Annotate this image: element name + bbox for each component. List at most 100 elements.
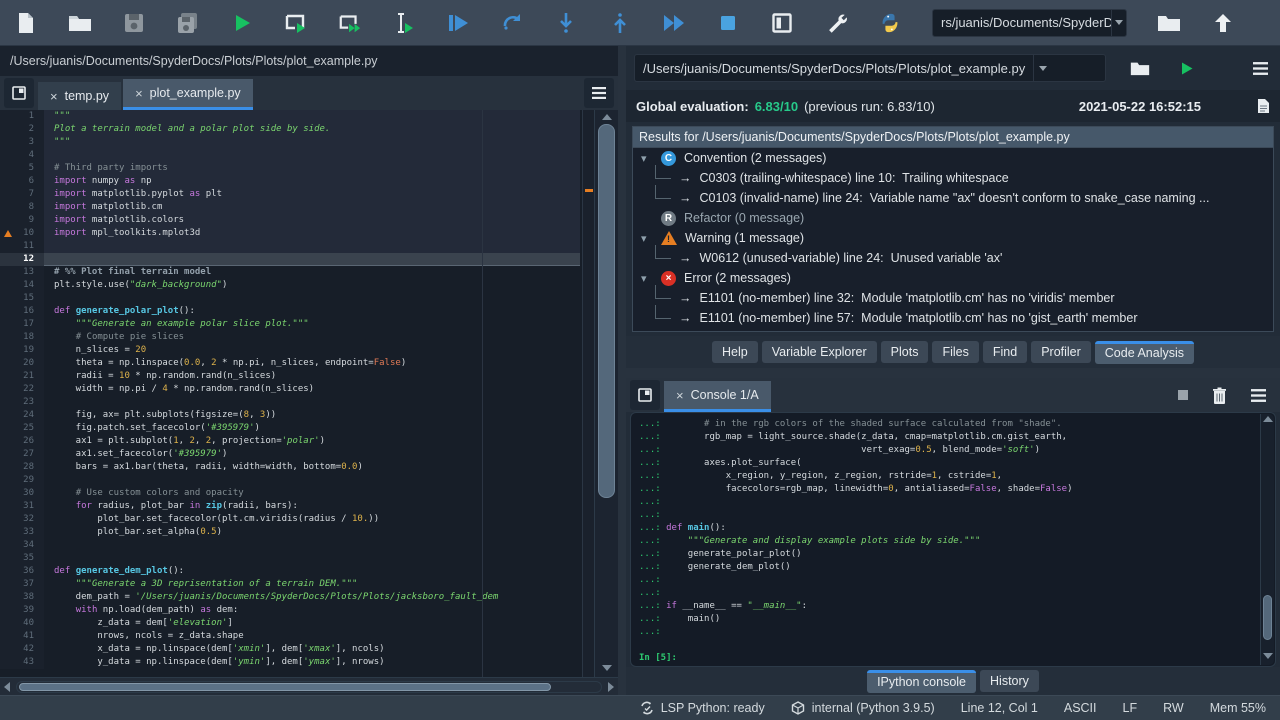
trash-icon[interactable] xyxy=(1212,387,1227,404)
scroll-left-icon[interactable] xyxy=(4,682,10,692)
editor-line[interactable]: 6import numpy as np xyxy=(0,175,618,188)
tab-files[interactable]: Files xyxy=(932,341,978,363)
tab-history[interactable]: History xyxy=(980,670,1039,692)
editor-line[interactable]: 1""" xyxy=(0,110,618,123)
editor-line[interactable]: 40 z_data = dem['elevation'] xyxy=(0,617,618,630)
run-cell-button[interactable] xyxy=(284,11,308,35)
editor-line[interactable]: 43 y_data = np.linspace(dem['ymin'], dem… xyxy=(0,656,618,669)
tab-plot-example-py[interactable]: × plot_example.py xyxy=(123,79,253,110)
step-into-button[interactable] xyxy=(554,11,578,35)
warning-triangle-icon[interactable] xyxy=(4,230,12,237)
tab-profiler[interactable]: Profiler xyxy=(1031,341,1091,363)
editor-vertical-scrollbar[interactable] xyxy=(594,110,618,677)
ipython-console-output[interactable]: ...: # in the rgb colors of the shaded s… xyxy=(630,412,1276,667)
editor-line[interactable]: 33 plot_bar.set_alpha(0.5) xyxy=(0,526,618,539)
analysis-file-combo[interactable]: /Users/juanis/Documents/SpyderDocs/Plots… xyxy=(634,54,1106,82)
preferences-button[interactable] xyxy=(824,11,848,35)
editor-line[interactable]: 15 xyxy=(0,292,618,305)
tab-ipython-console[interactable]: IPython console xyxy=(867,670,976,693)
scroll-down-icon[interactable] xyxy=(602,665,612,671)
analysis-tree-row[interactable]: →C0103 (invalid-name) line 24: Variable … xyxy=(633,188,1273,208)
editor-line[interactable]: 20 theta = np.linspace(0.0, 2 * np.pi, n… xyxy=(0,357,618,370)
run-cell-advance-button[interactable] xyxy=(338,11,362,35)
analysis-run-button[interactable] xyxy=(1174,56,1198,80)
working-directory-combo[interactable]: rs/juanis/Documents/SpyderDocs xyxy=(932,9,1127,37)
analysis-options-button[interactable] xyxy=(1248,56,1272,80)
tab-find[interactable]: Find xyxy=(983,341,1027,363)
editor-line[interactable]: 36def generate_dem_plot(): xyxy=(0,565,618,578)
scrollbar-thumb[interactable] xyxy=(1263,595,1272,640)
editor-line[interactable]: 24 fig, ax= plt.subplots(figsize=(8, 3)) xyxy=(0,409,618,422)
debug-file-button[interactable] xyxy=(446,11,470,35)
editor-line[interactable]: 7import matplotlib.pyplot as plt xyxy=(0,188,618,201)
editor-line[interactable]: 2Plot a terrain model and a polar plot s… xyxy=(0,123,618,136)
analysis-tree-row[interactable]: ▾×Error (2 messages) xyxy=(633,268,1273,288)
chevron-down-icon[interactable]: ▾ xyxy=(641,152,653,165)
editor-line[interactable]: 35 xyxy=(0,552,618,565)
run-file-button[interactable] xyxy=(230,11,254,35)
tab-temp-py[interactable]: × temp.py xyxy=(38,82,121,110)
stop-button[interactable] xyxy=(716,11,740,35)
chevron-down-icon[interactable]: ▾ xyxy=(641,272,653,285)
editor-line[interactable]: 39 with np.load(dem_path) as dem: xyxy=(0,604,618,617)
analysis-tree-row[interactable]: RRefactor (0 message) xyxy=(633,208,1273,228)
editor-options-button[interactable] xyxy=(584,78,614,108)
browse-workdir-button[interactable] xyxy=(1157,11,1181,35)
hamburger-menu-icon[interactable] xyxy=(1251,389,1266,402)
editor-line[interactable]: 5# Third party imports xyxy=(0,162,618,175)
editor-line[interactable]: 22 width = np.pi / 4 * np.random.rand(n_… xyxy=(0,383,618,396)
close-icon[interactable]: × xyxy=(135,87,143,100)
analysis-browse-button[interactable] xyxy=(1128,56,1152,80)
editor-line[interactable]: 25 fig.patch.set_facecolor('#395979') xyxy=(0,422,618,435)
editor-browse-tabs-button[interactable] xyxy=(4,78,34,108)
chevron-down-icon[interactable] xyxy=(1033,55,1051,81)
close-icon[interactable]: × xyxy=(50,90,58,103)
python-env-button[interactable] xyxy=(878,11,902,35)
analysis-tree-row[interactable]: →E1101 (no-member) line 32: Module 'matp… xyxy=(633,288,1273,308)
scroll-right-icon[interactable] xyxy=(608,682,614,692)
analysis-tree-row[interactable]: →W0612 (unused-variable) line 24: Unused… xyxy=(633,248,1273,268)
analysis-tree-row[interactable]: ▾!Warning (1 message) xyxy=(633,228,1273,248)
editor-line[interactable]: 8import matplotlib.cm xyxy=(0,201,618,214)
tab-console-1a[interactable]: × Console 1/A xyxy=(664,381,771,412)
editor-line[interactable]: 11 xyxy=(0,240,618,253)
analysis-tree-row[interactable]: →C0303 (trailing-whitespace) line 10: Tr… xyxy=(633,168,1273,188)
run-selection-button[interactable] xyxy=(392,11,416,35)
analysis-tree-row[interactable]: ▾CConvention (2 messages) xyxy=(633,148,1273,168)
open-file-button[interactable] xyxy=(68,11,92,35)
editor-line[interactable]: 28 bars = ax1.bar(theta, radii, width=wi… xyxy=(0,461,618,474)
document-icon[interactable] xyxy=(1257,98,1270,114)
editor-line[interactable]: 34 xyxy=(0,539,618,552)
editor-line[interactable]: 37 """Generate a 3D reprisentation of a … xyxy=(0,578,618,591)
tab-variable-explorer[interactable]: Variable Explorer xyxy=(762,341,877,363)
scroll-up-icon[interactable] xyxy=(602,114,612,120)
editor-horizontal-scrollbar[interactable] xyxy=(0,677,618,695)
editor-line[interactable]: 9import matplotlib.colors xyxy=(0,214,618,227)
editor-line[interactable]: 19 n_slices = 20 xyxy=(0,344,618,357)
scroll-up-icon[interactable] xyxy=(1263,416,1273,422)
analysis-tree-row[interactable]: →E1101 (no-member) line 57: Module 'matp… xyxy=(633,308,1273,328)
interrupt-kernel-icon[interactable] xyxy=(1178,390,1188,400)
editor-line[interactable]: 30 # Use custom colors and opacity xyxy=(0,487,618,500)
editor-line[interactable]: 27 ax1.set_facecolor('#395979') xyxy=(0,448,618,461)
tab-code-analysis[interactable]: Code Analysis xyxy=(1095,341,1194,364)
editor-line[interactable]: 21 radii = 10 * np.random.rand(n_slices) xyxy=(0,370,618,383)
editor-line[interactable]: 17 """Generate an example polar slice pl… xyxy=(0,318,618,331)
editor-line[interactable]: 38 dem_path = '/Users/juanis/Documents/S… xyxy=(0,591,618,604)
console-browse-tabs-button[interactable] xyxy=(630,380,660,410)
analysis-tree-row[interactable]: Results for /Users/juanis/Documents/Spyd… xyxy=(633,127,1273,148)
tab-plots[interactable]: Plots xyxy=(881,341,929,363)
editor-line[interactable]: 3""" xyxy=(0,136,618,149)
save-button[interactable] xyxy=(122,11,146,35)
editor-line[interactable]: 32 plot_bar.set_facecolor(plt.cm.viridis… xyxy=(0,513,618,526)
maximize-pane-button[interactable] xyxy=(770,11,794,35)
code-editor[interactable]: 1"""2Plot a terrain model and a polar pl… xyxy=(0,110,618,677)
chevron-down-icon[interactable]: ▾ xyxy=(641,232,653,245)
editor-line[interactable]: 12 xyxy=(0,253,618,266)
warning-flag[interactable] xyxy=(585,189,593,192)
editor-line[interactable]: 42 x_data = np.linspace(dem['xmin'], dem… xyxy=(0,643,618,656)
parent-directory-button[interactable] xyxy=(1211,11,1235,35)
tab-help[interactable]: Help xyxy=(712,341,758,363)
interpreter-status[interactable]: internal (Python 3.9.5) xyxy=(791,701,935,715)
editor-line[interactable]: 29 xyxy=(0,474,618,487)
